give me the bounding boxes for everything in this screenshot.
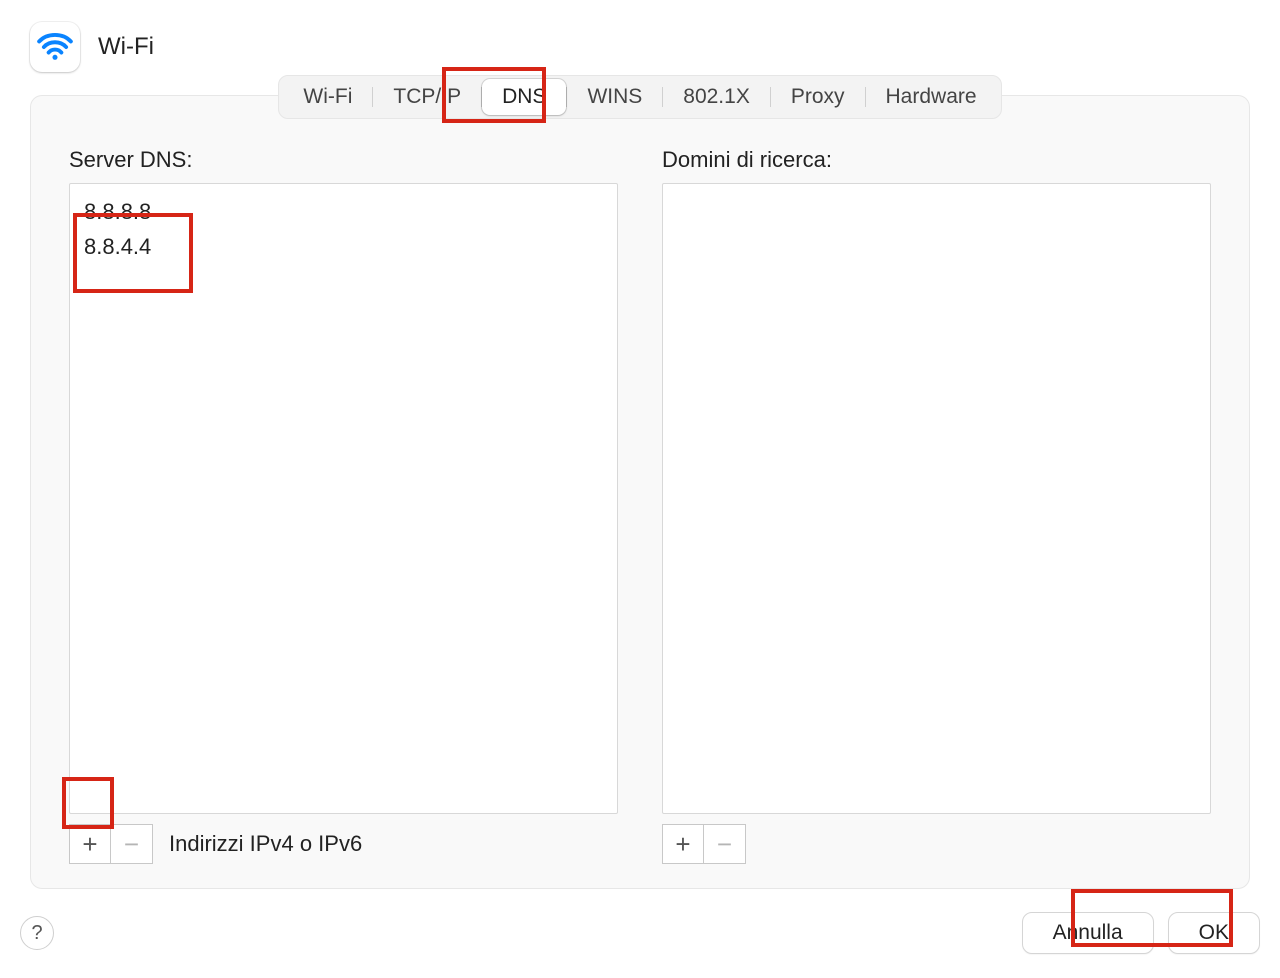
- dns-servers-remove-button[interactable]: −: [111, 824, 153, 864]
- plus-icon: +: [675, 829, 690, 860]
- cancel-button[interactable]: Annulla: [1022, 912, 1154, 954]
- tab-proxy[interactable]: Proxy: [771, 79, 865, 115]
- dns-servers-list[interactable]: 8.8.8.8 8.8.4.4: [69, 183, 618, 814]
- tab-hardware[interactable]: Hardware: [866, 79, 997, 115]
- dns-server-item[interactable]: 8.8.4.4: [84, 229, 603, 264]
- tab-tcpip[interactable]: TCP/IP: [373, 79, 481, 115]
- wifi-icon: [36, 28, 74, 66]
- help-button[interactable]: ?: [20, 916, 54, 950]
- page-title: Wi-Fi: [98, 33, 154, 61]
- minus-icon: −: [717, 829, 732, 860]
- tab-wins[interactable]: WINS: [567, 79, 662, 115]
- wifi-app-icon: [30, 22, 80, 72]
- help-icon: ?: [31, 922, 42, 945]
- dns-servers-label: Server DNS:: [69, 147, 618, 173]
- settings-tabbar: Wi-Fi TCP/IP DNS WINS 802.1X Proxy Hardw…: [278, 75, 1001, 119]
- search-domains-add-remove: + −: [662, 824, 746, 864]
- search-domains-remove-button[interactable]: −: [704, 824, 746, 864]
- tab-wifi[interactable]: Wi-Fi: [283, 79, 372, 115]
- search-domains-label: Domini di ricerca:: [662, 147, 1211, 173]
- search-domains-add-button[interactable]: +: [662, 824, 704, 864]
- dns-server-item[interactable]: 8.8.8.8: [84, 194, 603, 229]
- dns-servers-add-remove: + −: [69, 824, 153, 864]
- dns-servers-hint: Indirizzi IPv4 o IPv6: [169, 831, 362, 857]
- tab-dns[interactable]: DNS: [482, 79, 566, 115]
- minus-icon: −: [124, 829, 139, 860]
- search-domains-list[interactable]: [662, 183, 1211, 814]
- plus-icon: +: [82, 829, 97, 860]
- dns-servers-add-button[interactable]: +: [69, 824, 111, 864]
- settings-panel: Server DNS: 8.8.8.8 8.8.4.4 + − Indirizz…: [30, 119, 1250, 889]
- dns-servers-column: Server DNS: 8.8.8.8 8.8.4.4 + − Indirizz…: [69, 147, 618, 864]
- ok-button[interactable]: OK: [1168, 912, 1260, 954]
- tab-8021x[interactable]: 802.1X: [663, 79, 770, 115]
- search-domains-column: Domini di ricerca: + −: [662, 147, 1211, 864]
